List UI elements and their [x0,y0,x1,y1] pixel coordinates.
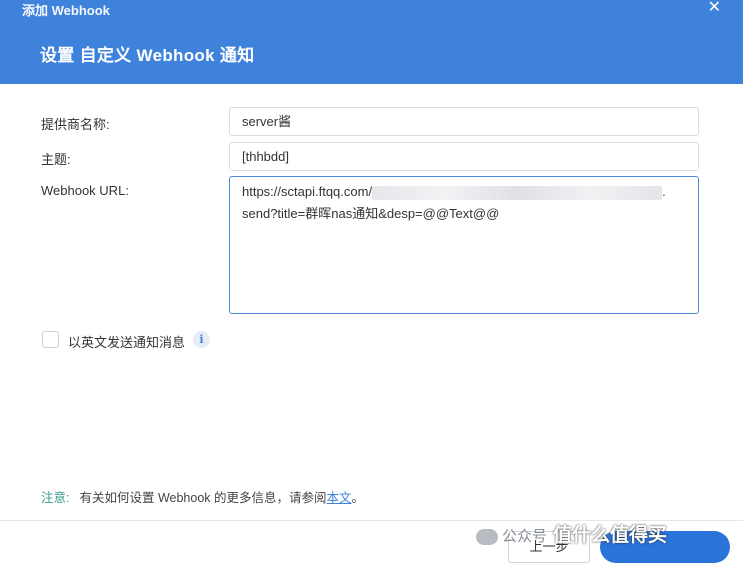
info-icon[interactable]: i [193,331,210,348]
wechat-icon [476,529,498,546]
english-checkbox-label[interactable]: 以英文发送通知消息 [68,332,185,351]
webhook-dialog: 添加 Webhook ✕ 设置 自定义 Webhook 通知 提供商名称: se… [0,0,743,566]
close-icon[interactable]: ✕ [708,0,721,16]
watermark-brand: 值什么值得买 [553,525,668,546]
note-label: 注意: [41,491,70,505]
subject-label: 主题: [41,152,71,167]
dialog-header: 添加 Webhook ✕ 设置 自定义 Webhook 通知 [0,0,743,84]
dialog-heading: 设置 自定义 Webhook 通知 [40,46,255,65]
url-line-1-end: . [662,184,666,199]
watermark-source: 公众号 [502,528,548,545]
webhook-url-label: Webhook URL: [41,183,129,198]
url-line-2: send?title=群晖nas通知&desp=@@Text@@ [242,206,500,221]
redacted-token [372,185,663,200]
watermark: 公众号 值什么值得买 [476,520,667,547]
webhook-url-textarea[interactable]: https://sctapi.ftqq.com/. send?title=群晖n… [229,176,699,314]
subject-input[interactable]: [thhbdd] [229,142,699,171]
provider-name-input[interactable]: server酱 [229,107,699,136]
window-title: 添加 Webhook [22,3,110,18]
help-link[interactable]: 本文 [327,491,352,505]
english-checkbox[interactable] [42,331,59,348]
note-end: 。 [351,491,365,505]
help-note: 注意: 有关如何设置 Webhook 的更多信息，请参阅本文。 [41,487,364,506]
url-line-1: https://sctapi.ftqq.com/ [242,184,373,199]
note-text: 有关如何设置 Webhook 的更多信息，请参阅 [79,491,327,505]
provider-label: 提供商名称: [41,117,110,132]
